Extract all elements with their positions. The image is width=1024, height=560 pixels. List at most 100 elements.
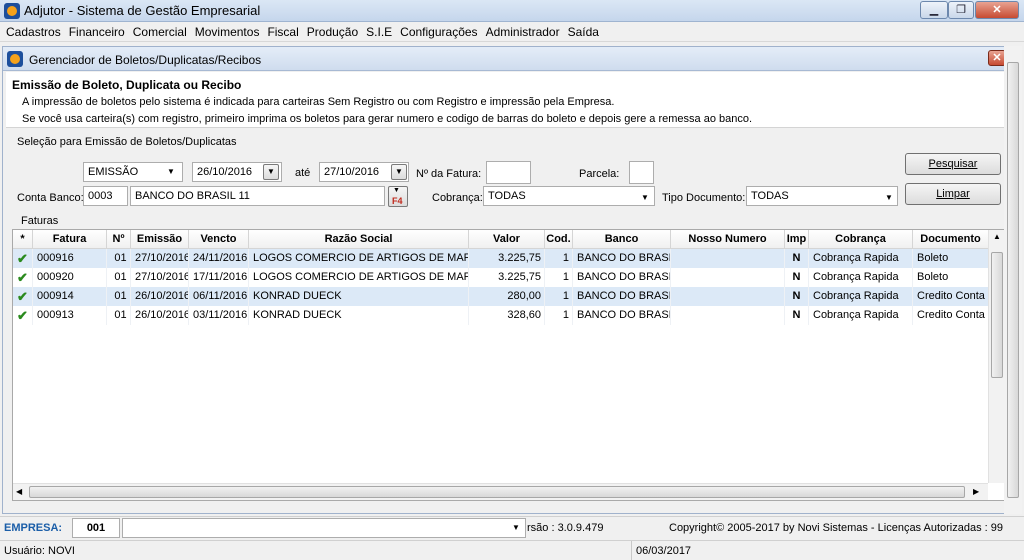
- fatura-label: Nº da Fatura:: [416, 168, 482, 180]
- column-header-valor[interactable]: Valor: [469, 230, 545, 249]
- grid-vertical-scrollbar[interactable]: ▲: [988, 230, 1004, 483]
- menu-administrador[interactable]: Administrador: [482, 22, 564, 42]
- status-date: 06/03/2017: [636, 545, 692, 557]
- fatura-cell: 000916: [33, 249, 107, 268]
- row-check-icon: ✔: [13, 306, 33, 325]
- date-to-value: 27/10/2016: [324, 166, 380, 178]
- date-from-value: 26/10/2016: [197, 166, 253, 178]
- scroll-right-icon[interactable]: ▶: [973, 487, 979, 496]
- date-from-picker-button[interactable]: ▼: [263, 164, 279, 180]
- column-header-vencto[interactable]: Vencto: [189, 230, 249, 249]
- main-vertical-scroll-thumb[interactable]: [1007, 62, 1019, 498]
- conta-code-input[interactable]: 0003: [83, 186, 128, 206]
- limpar-button[interactable]: Limpar: [905, 183, 1001, 205]
- column-header-banco[interactable]: Banco: [573, 230, 671, 249]
- conta-lookup-button[interactable]: ▼ F4: [388, 186, 408, 207]
- chevron-down-icon: ▼: [641, 193, 649, 202]
- cobranca-cell: Cobrança Rapida: [809, 306, 913, 325]
- documento-cell: Credito Conta: [913, 306, 989, 325]
- cod-cell: 1: [545, 249, 573, 268]
- minimize-button[interactable]: ▁: [920, 1, 948, 19]
- documento-cell: Boleto: [913, 249, 989, 268]
- numero-cell: 01: [107, 249, 131, 268]
- menu-configuracoes[interactable]: Configurações: [396, 22, 481, 42]
- status-bar: EMPRESA: 001 ▼ rsão : 3.0.9.479 Copyrigh…: [0, 516, 1024, 538]
- banco-cell: BANCO DO BRASIL: [573, 268, 671, 287]
- cobranca-label: Cobrança:: [432, 192, 483, 204]
- column-header-numero[interactable]: Nº: [107, 230, 131, 249]
- tipo-documento-value: TODAS: [751, 190, 789, 202]
- menu-comercial[interactable]: Comercial: [129, 22, 191, 42]
- documento-cell: Boleto: [913, 268, 989, 287]
- nosso-numero-cell: [671, 287, 785, 306]
- parcela-input[interactable]: [629, 161, 654, 184]
- table-row[interactable]: ✔ 000916 01 27/10/2016 24/11/2016 LOGOS COMER…: [13, 249, 989, 268]
- row-check-icon: ✔: [13, 249, 33, 268]
- main-vertical-scrollbar[interactable]: [1004, 46, 1022, 514]
- child-app-icon: [7, 51, 23, 67]
- column-header-select[interactable]: *: [13, 230, 33, 249]
- vencto-cell: 17/11/2016: [189, 268, 249, 287]
- window-title: Adjutor - Sistema de Gestão Empresarial: [24, 3, 261, 18]
- cobranca-cell: Cobrança Rapida: [809, 287, 913, 306]
- razao-social-cell: LOGOS COMERCIO DE ARTIGOS DE MARCENARIA: [249, 249, 469, 268]
- column-header-razao-social[interactable]: Razão Social: [249, 230, 469, 249]
- date-to-picker-button[interactable]: ▼: [391, 164, 407, 180]
- table-row[interactable]: ✔ 000913 01 26/10/2016 03/11/2016 KONRAD DUEC…: [13, 306, 989, 325]
- column-header-cod[interactable]: Cod.: [545, 230, 573, 249]
- numero-cell: 01: [107, 268, 131, 287]
- documento-cell: Credito Conta: [913, 287, 989, 306]
- fatura-input[interactable]: [486, 161, 531, 184]
- conta-name-field: BANCO DO BRASIL 11: [130, 186, 385, 206]
- cod-cell: 1: [545, 287, 573, 306]
- menu-movimentos[interactable]: Movimentos: [191, 22, 264, 42]
- razao-social-cell: LOGOS COMERCIO DE ARTIGOS DE MARCENARIA: [249, 268, 469, 287]
- table-row[interactable]: ✔ 000920 01 27/10/2016 17/11/2016 LOGOS COMER…: [13, 268, 989, 287]
- empresa-select[interactable]: [122, 518, 526, 538]
- chevron-down-icon: ▼: [167, 167, 175, 176]
- cobranca-cell: Cobrança Rapida: [809, 268, 913, 287]
- column-header-documento[interactable]: Documento: [913, 230, 989, 249]
- maximize-button[interactable]: ❐: [948, 1, 974, 19]
- empresa-code-field[interactable]: 001: [72, 518, 120, 538]
- fatura-cell: 000914: [33, 287, 107, 306]
- emissao-cell: 26/10/2016: [131, 306, 189, 325]
- pesquisar-button[interactable]: Pesquisar: [905, 153, 1001, 175]
- menu-financeiro[interactable]: Financeiro: [65, 22, 129, 42]
- grid-horizontal-scroll-thumb[interactable]: [29, 486, 965, 498]
- column-header-imp[interactable]: Imp: [785, 230, 809, 249]
- menu-producao[interactable]: Produção: [303, 22, 362, 42]
- menu-bar: Cadastros Financeiro Comercial Movimentos Fi…: [0, 22, 1024, 42]
- imp-cell: N: [785, 268, 809, 287]
- row-check-icon: ✔: [13, 287, 33, 306]
- empresa-label: EMPRESA:: [4, 522, 63, 534]
- cobranca-value: TODAS: [488, 190, 526, 202]
- scroll-up-icon[interactable]: ▲: [993, 232, 1001, 241]
- cobranca-select[interactable]: TODAS: [483, 186, 655, 206]
- column-header-cobranca[interactable]: Cobrança: [809, 230, 913, 249]
- vencto-cell: 06/11/2016: [189, 287, 249, 306]
- cobranca-cell: Cobrança Rapida: [809, 249, 913, 268]
- table-row[interactable]: ✔ 000914 01 26/10/2016 06/11/2016 KONRAD DUEC…: [13, 287, 989, 306]
- column-header-nosso-numero[interactable]: Nosso Numero: [671, 230, 785, 249]
- menu-saida[interactable]: Saída: [564, 22, 603, 42]
- banco-cell: BANCO DO BRASIL: [573, 249, 671, 268]
- grid-horizontal-scrollbar[interactable]: ◀ ▶: [13, 483, 988, 500]
- menu-cadastros[interactable]: Cadastros: [0, 22, 65, 42]
- grid-vertical-scroll-thumb[interactable]: [991, 252, 1003, 378]
- info-heading: Emissão de Boleto, Duplicata ou Recibo: [12, 78, 242, 92]
- child-title: Gerenciador de Boletos/Duplicatas/Recibo…: [29, 53, 262, 67]
- emissao-cell: 27/10/2016: [131, 268, 189, 287]
- menu-fiscal[interactable]: Fiscal: [263, 22, 302, 42]
- tipo-documento-select[interactable]: TODAS: [746, 186, 898, 206]
- column-header-fatura[interactable]: Fatura: [33, 230, 107, 249]
- column-header-emissao[interactable]: Emissão: [131, 230, 189, 249]
- child-titlebar: Gerenciador de Boletos/Duplicatas/Recibo…: [3, 47, 1017, 71]
- close-button[interactable]: ✕: [975, 1, 1019, 19]
- menu-sie[interactable]: S.I.E: [362, 22, 396, 42]
- window-titlebar: Adjutor - Sistema de Gestão Empresarial …: [0, 0, 1024, 22]
- chevron-down-icon: ▼: [512, 523, 520, 532]
- scroll-left-icon[interactable]: ◀: [16, 487, 22, 496]
- user-status-bar: Usuário: NOVI 06/03/2017: [0, 540, 1024, 560]
- faturas-group-title: Faturas: [21, 215, 59, 227]
